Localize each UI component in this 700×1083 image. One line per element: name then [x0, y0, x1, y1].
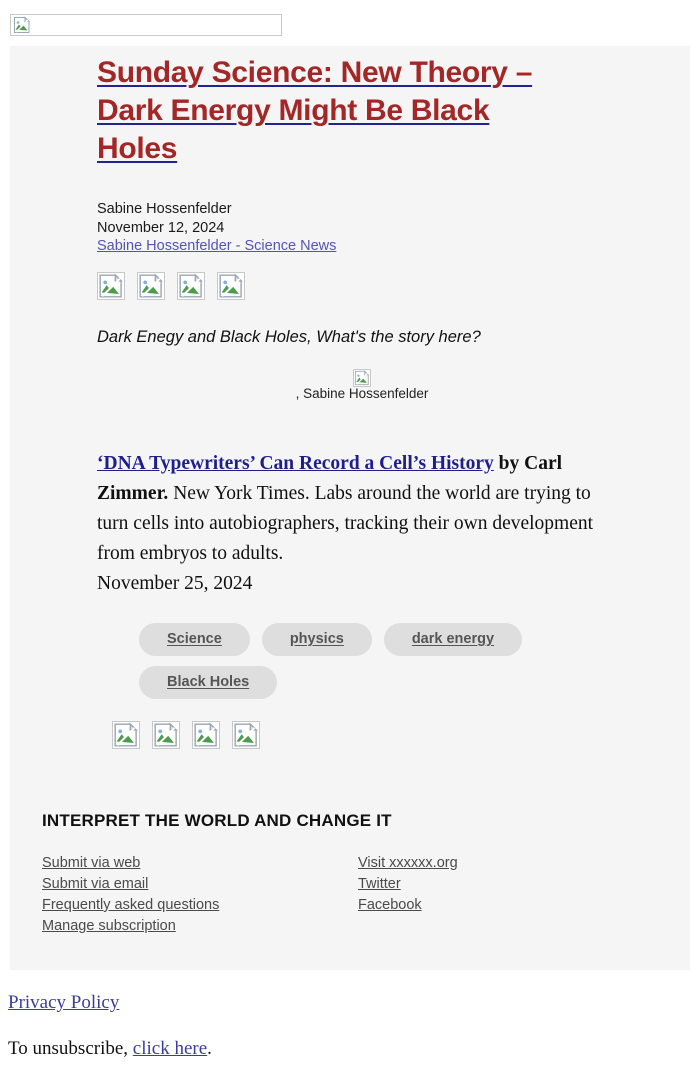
social-icons-top [97, 271, 637, 300]
broken-image-icon[interactable] [97, 271, 125, 300]
footer-link-facebook[interactable]: Facebook [358, 895, 458, 916]
unsubscribe-prefix: To unsubscribe, [8, 1038, 133, 1059]
article-subhead: Dark Enegy and Black Holes, What's the s… [97, 327, 481, 346]
header-banner-image [10, 14, 282, 36]
footer-link-twitter[interactable]: Twitter [358, 874, 458, 895]
broken-image-icon[interactable] [177, 271, 205, 300]
story-by-word: by [493, 452, 525, 474]
footer-links: Submit via web Submit via email Frequent… [42, 853, 658, 937]
article-figure: , Sabine Hossenfelder [97, 368, 627, 401]
footer-link-faq[interactable]: Frequently asked questions [42, 895, 358, 916]
tag-pill[interactable]: physics [261, 622, 372, 656]
broken-image-icon[interactable] [112, 720, 140, 749]
tag-pill[interactable]: Black Holes [139, 665, 278, 699]
byline-author: Sabine Hossenfelder [97, 201, 232, 217]
broken-image-icon[interactable] [217, 271, 245, 300]
footer: INTERPRET THE WORLD AND CHANGE IT Submit… [42, 811, 658, 937]
article-headline-link[interactable]: Sunday Science: New Theory – Dark Energy… [97, 54, 577, 168]
footer-link-website[interactable]: Visit xxxxxx.org [358, 853, 458, 874]
footer-link-submit-web[interactable]: Submit via web [42, 853, 358, 874]
newsletter-panel: Sunday Science: New Theory – Dark Energy… [10, 46, 690, 970]
footer-column-left: Submit via web Submit via email Frequent… [42, 853, 358, 937]
figure-caption: , Sabine Hossenfelder [295, 385, 429, 401]
broken-image-icon [353, 368, 371, 387]
privacy-policy-link[interactable]: Privacy Policy [8, 992, 119, 1014]
story-body: New York Times. Labs around the world ar… [97, 482, 594, 564]
broken-image-icon[interactable] [232, 720, 260, 749]
article-container: Sunday Science: New Theory – Dark Energy… [97, 54, 637, 749]
footer-column-right: Visit xxxxxx.org Twitter Facebook [358, 853, 458, 937]
tag-list: Science physics dark energy Black Holes [139, 622, 609, 699]
footer-link-manage-subscription[interactable]: Manage subscription [42, 916, 358, 937]
social-icons-bottom [112, 720, 637, 749]
unsubscribe-line: To unsubscribe, click here. [8, 1038, 212, 1060]
byline-date: November 12, 2024 [97, 219, 225, 236]
footer-link-submit-email[interactable]: Submit via email [42, 874, 358, 895]
broken-image-icon[interactable] [192, 720, 220, 749]
story-headline-link[interactable]: ‘DNA Typewriters’ Can Record a Cell’s Hi… [97, 453, 494, 474]
broken-image-icon[interactable] [137, 271, 165, 300]
tag-pill[interactable]: dark energy [383, 622, 523, 656]
byline: Sabine Hossenfelder November 12, 2024 Sa… [97, 200, 637, 256]
story-date: November 25, 2024 [97, 572, 253, 594]
broken-image-icon [13, 16, 31, 34]
byline-source-link[interactable]: Sabine Hossenfelder - Science News [97, 237, 637, 256]
tag-pill[interactable]: Science [139, 622, 250, 656]
broken-image-icon[interactable] [152, 720, 180, 749]
footer-title: INTERPRET THE WORLD AND CHANGE IT [42, 811, 392, 830]
unsubscribe-link[interactable]: click here [133, 1038, 207, 1059]
unsubscribe-suffix: . [207, 1038, 212, 1059]
story-block: ‘DNA Typewriters’ Can Record a Cell’s Hi… [97, 449, 617, 599]
